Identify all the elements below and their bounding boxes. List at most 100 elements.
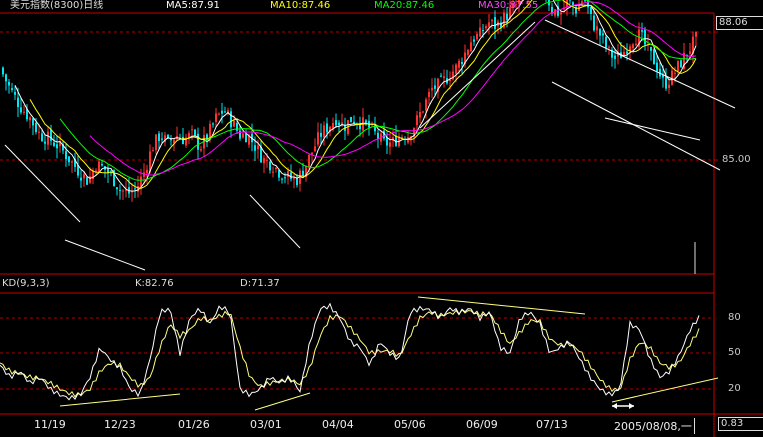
candle-body — [2, 67, 4, 75]
candle-body — [677, 60, 679, 71]
ma30-line — [89, 1, 697, 176]
candle-body — [554, 9, 556, 16]
candle-body — [671, 70, 673, 85]
candle-body — [614, 55, 616, 59]
candle-body — [569, 0, 571, 1]
trendline — [249, 194, 301, 249]
candle-body — [272, 171, 274, 173]
candle-body — [320, 132, 322, 137]
candle-body — [56, 144, 58, 149]
candle-body — [461, 61, 463, 65]
cursor-arrows-icon[interactable] — [612, 403, 634, 409]
candle-body — [455, 64, 457, 74]
candle-body — [506, 13, 508, 20]
candle-body — [590, 6, 592, 14]
candle-body — [338, 122, 340, 126]
candle-body — [596, 26, 598, 31]
candle-body — [119, 189, 121, 191]
candle-body — [65, 151, 67, 160]
candle-body — [350, 116, 352, 123]
date-tick: 11/19 — [34, 418, 66, 431]
candle-body — [695, 31, 697, 37]
candle-body — [254, 145, 256, 151]
candle-body — [143, 172, 145, 177]
candle-body — [89, 176, 91, 183]
candle-body — [155, 134, 157, 151]
candle-body — [239, 130, 241, 139]
candle-body — [353, 121, 355, 124]
kd-trendline — [59, 393, 181, 407]
candle-body — [485, 26, 487, 29]
trendlines — [4, 19, 736, 271]
candle-body — [476, 33, 478, 40]
candle-body — [44, 141, 46, 144]
ma30-label: MA30:87.55 — [478, 0, 539, 11]
candle-body — [245, 133, 247, 143]
candle-body — [665, 76, 667, 89]
candle-body — [314, 146, 316, 152]
candle-body — [101, 164, 103, 166]
kd-d-value: D:71.37 — [240, 278, 280, 289]
candle-body — [377, 132, 379, 139]
date-tick: 06/09 — [466, 418, 498, 431]
candle-body — [242, 133, 244, 138]
candle-body — [11, 88, 13, 90]
candle-body — [416, 115, 418, 126]
candle-body — [287, 171, 289, 177]
ma5-label: MA5:87.91 — [166, 0, 220, 11]
candle-body — [35, 122, 37, 133]
candle-body — [116, 187, 118, 190]
candle-body — [80, 177, 82, 181]
candle-body — [602, 33, 604, 36]
kd-k-value: K:82.76 — [135, 278, 174, 289]
date-tick: 04/04 — [322, 418, 354, 431]
candle-body — [482, 30, 484, 32]
kd-level-80: 80 — [728, 312, 741, 323]
candle-body — [635, 43, 637, 46]
candle-body — [221, 110, 223, 114]
candle-body — [470, 42, 472, 52]
candle-body — [668, 84, 670, 89]
candle-body — [263, 158, 265, 164]
cursor-date: 2005/08/08,一 — [612, 418, 695, 434]
candle-body — [20, 107, 22, 113]
candle-body — [431, 87, 433, 91]
candle-body — [188, 133, 190, 138]
candlestick-chart[interactable] — [0, 0, 763, 437]
candle-body — [302, 170, 304, 176]
candle-body — [443, 76, 445, 79]
ma20-line — [59, 0, 697, 181]
candle-body — [146, 169, 148, 174]
date-tick: 05/06 — [394, 418, 426, 431]
kd-title: KD(9,3,3) — [2, 278, 50, 289]
candle-body — [428, 92, 430, 98]
candle-body — [440, 75, 442, 77]
candle-body — [449, 79, 451, 82]
candle-body — [278, 170, 280, 178]
candle-body — [194, 129, 196, 136]
candle-series — [2, 0, 697, 202]
kd-level-50: 50 — [728, 347, 741, 358]
candle-body — [389, 142, 391, 147]
candle-body — [257, 145, 259, 150]
candle-body — [224, 111, 226, 113]
candle-body — [122, 190, 124, 192]
candle-body — [71, 161, 73, 163]
candle-body — [632, 44, 634, 49]
candle-body — [311, 152, 313, 155]
kd-trendline — [254, 392, 311, 411]
price-axis-top-value: 88.06 — [716, 16, 763, 30]
candle-body — [434, 85, 436, 89]
candle-body — [326, 123, 328, 133]
candle-body — [473, 39, 475, 42]
candle-body — [488, 22, 490, 27]
candle-body — [680, 60, 682, 68]
candle-body — [41, 133, 43, 142]
candle-body — [236, 123, 238, 131]
candle-body — [212, 123, 214, 125]
candle-body — [296, 178, 298, 186]
date-tick: 07/13 — [536, 418, 568, 431]
candle-body — [419, 112, 421, 118]
candle-body — [140, 176, 142, 187]
candle-body — [293, 178, 295, 180]
